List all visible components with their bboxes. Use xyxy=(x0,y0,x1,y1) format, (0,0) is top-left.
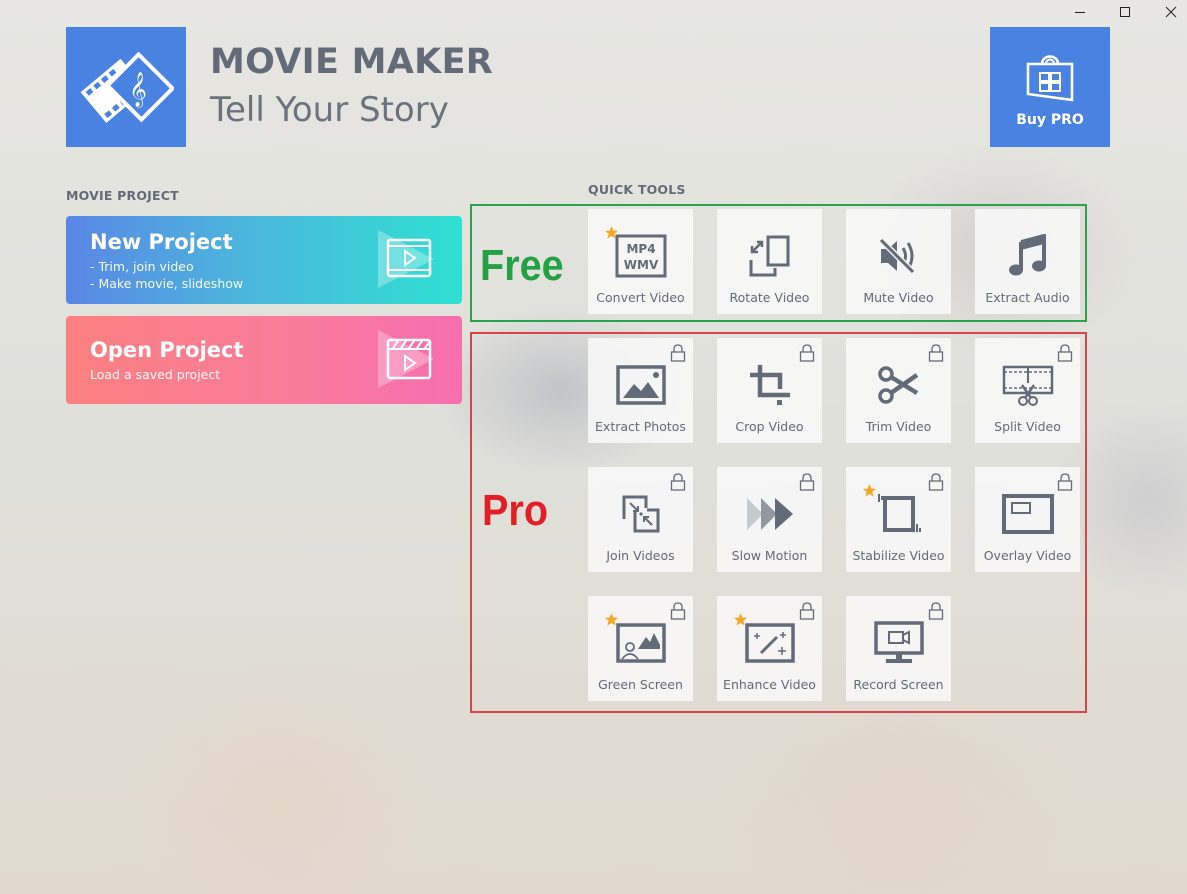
tool-label: Enhance Video xyxy=(723,677,816,692)
open-project-desc: Load a saved project xyxy=(90,367,221,382)
tool-label: Green Screen xyxy=(598,677,683,692)
tool-label: Slow Motion xyxy=(731,548,808,563)
crop-icon xyxy=(749,365,790,405)
svg-text:𝄞: 𝄞 xyxy=(129,72,147,108)
new-project-button[interactable]: New Project - Trim, join video - Make mo… xyxy=(66,216,462,304)
tool-join-videos[interactable]: Join Videos xyxy=(588,467,693,572)
tool-overlay-video[interactable]: Overlay Video xyxy=(975,467,1080,572)
tool-split-video[interactable]: Split Video xyxy=(975,338,1080,443)
music-note-icon xyxy=(1008,234,1046,276)
magic-wand-icon xyxy=(744,623,795,663)
image-icon xyxy=(615,365,666,405)
buy-pro-label: Buy PRO xyxy=(1016,112,1084,128)
tool-label: Trim Video xyxy=(865,419,932,434)
stabilize-icon xyxy=(877,494,921,532)
pro-tag: Pro xyxy=(482,486,549,535)
tool-crop-video[interactable]: Crop Video xyxy=(717,338,822,443)
tool-slow-motion[interactable]: Slow Motion xyxy=(717,467,822,572)
minimize-button[interactable] xyxy=(1057,0,1103,24)
mp4-text: MP4 xyxy=(626,242,655,256)
tool-label: Extract Audio xyxy=(985,290,1070,305)
tool-label: Crop Video xyxy=(735,419,804,434)
minimize-icon xyxy=(1075,12,1085,13)
tool-label: Convert Video xyxy=(596,290,685,305)
app-logo: 𝄞 xyxy=(66,27,186,147)
tool-label: Rotate Video xyxy=(729,290,810,305)
tool-stabilize-video[interactable]: Stabilize Video xyxy=(846,467,951,572)
tool-mute-video[interactable]: Mute Video xyxy=(846,209,951,314)
tool-extract-audio[interactable]: Extract Audio xyxy=(975,209,1080,314)
app-title: MOVIE MAKER xyxy=(210,42,494,82)
store-bag-icon xyxy=(1026,55,1074,102)
tool-convert-video[interactable]: MP4 WMV Convert Video xyxy=(588,209,693,314)
close-button[interactable] xyxy=(1148,0,1187,24)
tool-label: Overlay Video xyxy=(983,548,1072,563)
tool-trim-video[interactable]: Trim Video xyxy=(846,338,951,443)
tool-rotate-video[interactable]: Rotate Video xyxy=(717,209,822,314)
new-project-title: New Project xyxy=(90,230,233,254)
overlay-icon xyxy=(1001,494,1054,534)
tool-green-screen[interactable]: Green Screen xyxy=(588,596,693,701)
open-project-title: Open Project xyxy=(90,338,244,362)
open-project-button[interactable]: Open Project Load a saved project xyxy=(66,316,462,404)
clapper-play-icon xyxy=(378,330,434,388)
maximize-button[interactable] xyxy=(1102,0,1148,24)
maximize-icon xyxy=(1120,7,1130,17)
tool-label: Extract Photos xyxy=(595,419,686,434)
monitor-camera-icon xyxy=(873,621,924,663)
rotate-icon xyxy=(749,235,789,277)
mute-speaker-icon xyxy=(878,237,915,275)
tool-label: Record Screen xyxy=(853,677,944,692)
green-screen-icon xyxy=(615,623,666,663)
free-tag: Free xyxy=(480,241,564,290)
tool-label: Join Videos xyxy=(606,548,675,563)
buy-pro-button[interactable]: Buy PRO xyxy=(990,27,1110,147)
app-subtitle: Tell Your Story xyxy=(210,90,449,130)
join-icon xyxy=(622,495,659,533)
tool-record-screen[interactable]: Record Screen xyxy=(846,596,951,701)
tool-label: Mute Video xyxy=(863,290,934,305)
movie-project-heading: MOVIE PROJECT xyxy=(66,188,179,203)
scissors-icon xyxy=(877,366,918,404)
tool-label: Split Video xyxy=(994,419,1061,434)
film-play-icon xyxy=(378,230,434,288)
film-scissors-icon xyxy=(1002,365,1053,406)
new-project-desc-1: - Trim, join video xyxy=(90,259,194,274)
fast-forward-icon xyxy=(746,498,793,530)
new-project-desc-2: - Make movie, slideshow xyxy=(90,276,244,291)
mp4-wmv-icon: MP4 WMV xyxy=(615,234,666,278)
tool-enhance-video[interactable]: Enhance Video xyxy=(717,596,822,701)
quick-tools-heading: QUICK TOOLS xyxy=(588,182,686,197)
close-icon xyxy=(1165,6,1177,18)
tool-label: Stabilize Video xyxy=(852,548,945,563)
tool-extract-photos[interactable]: Extract Photos xyxy=(588,338,693,443)
wmv-text: WMV xyxy=(623,258,658,272)
film-music-icon: 𝄞 xyxy=(80,51,174,123)
